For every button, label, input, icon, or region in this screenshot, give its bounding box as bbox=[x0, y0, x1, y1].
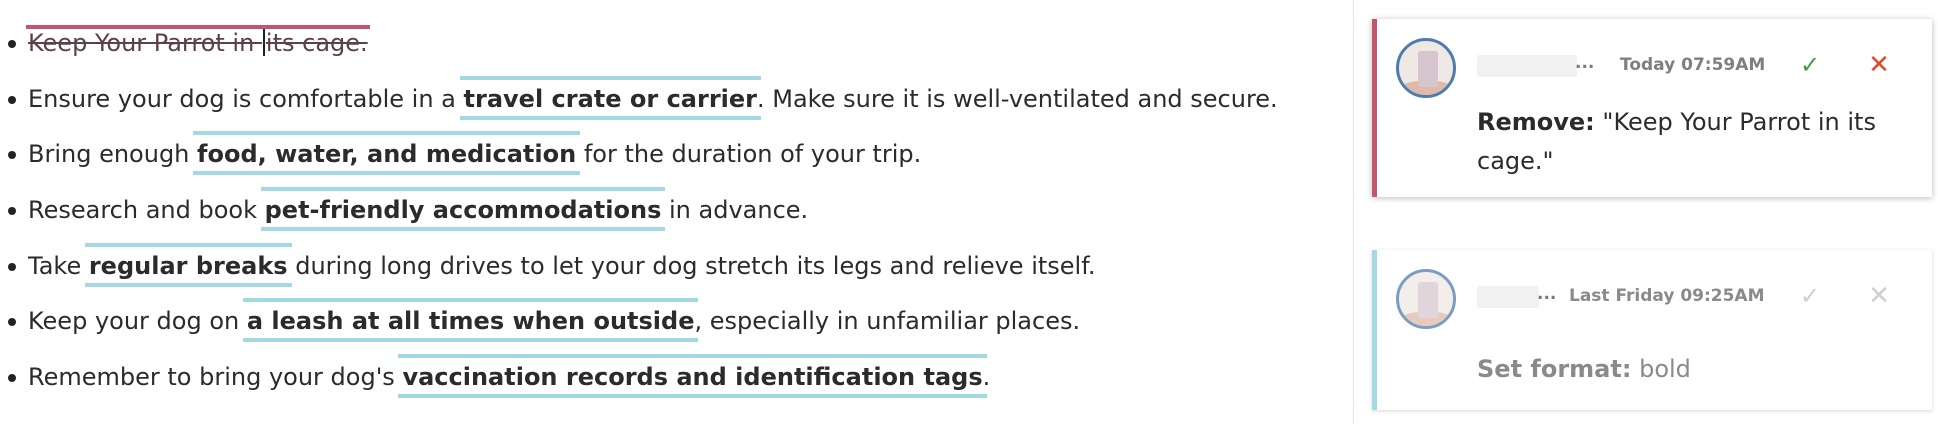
suggestion-description: Remove: "Keep Your Parrot in its cage." bbox=[1477, 103, 1907, 181]
item-text: . bbox=[982, 363, 991, 392]
list-item[interactable]: Research and book pet-friendly accommoda… bbox=[0, 189, 1278, 245]
deleted-text-end: its cage. bbox=[265, 29, 368, 57]
author-name-redacted bbox=[1477, 286, 1539, 308]
item-text: Remember to bring your dog's bbox=[28, 363, 403, 392]
item-text: , especially in unfamiliar places. bbox=[694, 307, 1081, 336]
action-label: Remove: bbox=[1477, 108, 1595, 136]
author-name-redacted bbox=[1477, 55, 1577, 77]
item-text: for the duration of your trip. bbox=[576, 140, 922, 169]
suggestion-card-format[interactable]: ... Last Friday 09:25AM ✓ ✕ Set format: … bbox=[1372, 250, 1932, 410]
avatar bbox=[1396, 38, 1456, 98]
close-icon[interactable]: ✕ bbox=[1864, 281, 1894, 311]
author-ellipsis: ... bbox=[1537, 284, 1557, 304]
action-label: Set format: bbox=[1477, 355, 1632, 383]
check-icon[interactable]: ✓ bbox=[1795, 50, 1825, 80]
item-text: during long drives to let your dog stret… bbox=[287, 251, 1096, 280]
tracked-format-bold[interactable]: regular breaks bbox=[89, 252, 288, 280]
suggestion-description: Set format: bold bbox=[1477, 350, 1907, 389]
list-item[interactable]: Ensure your dog is comfortable in a trav… bbox=[0, 78, 1278, 134]
deleted-text-start: Keep Your Parrot in bbox=[28, 29, 262, 57]
tracked-format-bold[interactable]: food, water, and medication bbox=[197, 140, 576, 168]
avatar bbox=[1396, 269, 1456, 329]
list-item[interactable]: Keep your dog on a leash at all times wh… bbox=[0, 300, 1278, 356]
document-editor[interactable]: Keep Your Parrot in its cage. Ensure you… bbox=[0, 0, 1350, 424]
tracked-format-bold[interactable]: pet-friendly accommodations bbox=[265, 196, 662, 224]
item-text: Bring enough bbox=[28, 140, 198, 169]
panel-divider bbox=[1353, 0, 1354, 424]
close-icon[interactable]: ✕ bbox=[1864, 50, 1894, 80]
comment-timestamp: Today 07:59AM bbox=[1620, 55, 1766, 75]
tracked-deletion[interactable]: Keep Your Parrot in its cage. bbox=[28, 28, 368, 57]
list-item[interactable]: Take regular breaks during long drives t… bbox=[0, 245, 1278, 301]
item-text: Research and book bbox=[28, 196, 265, 225]
suggestion-card-remove[interactable]: ... Today 07:59AM ✓ ✕ Remove: "Keep Your… bbox=[1372, 19, 1932, 197]
tracked-format-bold[interactable]: a leash at all times when outside bbox=[247, 307, 695, 335]
text-cursor bbox=[262, 28, 265, 56]
item-text: Ensure your dog is comfortable in a bbox=[28, 84, 464, 113]
tracked-format-bold[interactable]: travel crate or carrier bbox=[464, 85, 757, 113]
comment-timestamp: Last Friday 09:25AM bbox=[1569, 286, 1765, 306]
item-text: . Make sure it is well-ventilated and se… bbox=[757, 84, 1278, 113]
item-text: in advance. bbox=[661, 196, 809, 225]
bullet-list: Keep Your Parrot in its cage. Ensure you… bbox=[0, 22, 1278, 412]
item-text: Keep your dog on bbox=[28, 307, 247, 336]
list-item[interactable]: Remember to bring your dog's vaccination… bbox=[0, 356, 1278, 412]
author-ellipsis: ... bbox=[1575, 53, 1595, 73]
action-value: bold bbox=[1639, 355, 1691, 383]
item-text: Take bbox=[28, 251, 89, 280]
tracked-format-bold[interactable]: vaccination records and identification t… bbox=[402, 363, 982, 391]
check-icon[interactable]: ✓ bbox=[1795, 281, 1825, 311]
list-item[interactable]: Bring enough food, water, and medication… bbox=[0, 133, 1278, 189]
list-item[interactable]: Keep Your Parrot in its cage. bbox=[0, 22, 1278, 78]
